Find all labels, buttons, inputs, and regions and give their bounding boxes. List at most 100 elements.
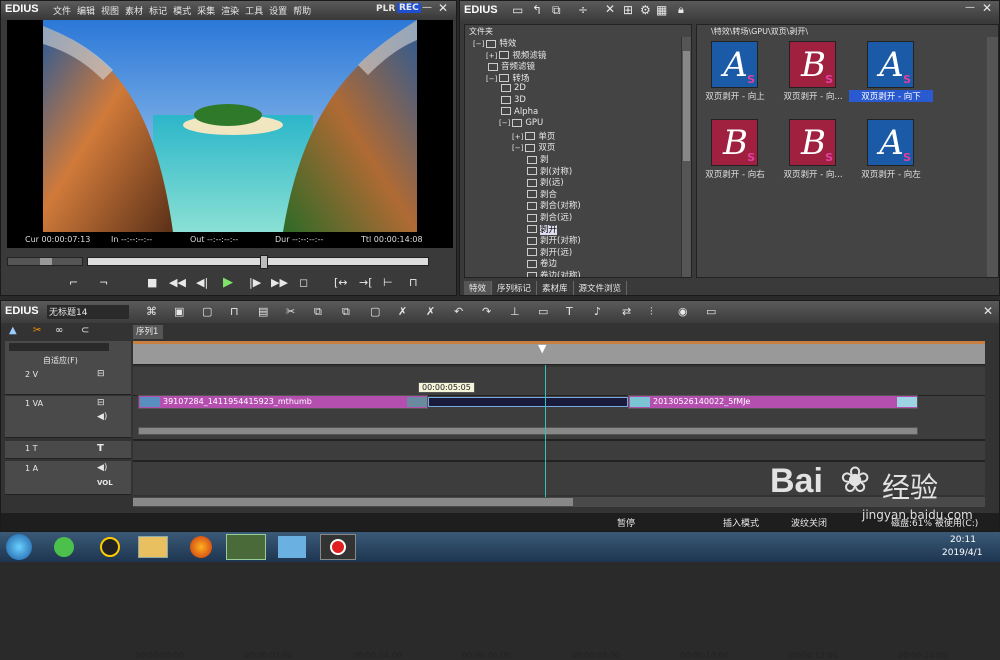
track-head-1a[interactable]: 1 A ◀) VOL [5, 461, 131, 495]
tab-effects[interactable]: 特效 [464, 281, 493, 295]
step-back-icon[interactable]: ◀| [196, 276, 208, 289]
effect-thumbnail-label[interactable]: 双页剥开 - 向右 [693, 168, 777, 180]
effect-thumbnail[interactable]: BS [711, 119, 758, 166]
tree-item[interactable]: [−] 双页 [512, 141, 555, 153]
link-icon[interactable]: ∞ [55, 325, 63, 336]
menu-capture[interactable]: 采集 [197, 7, 215, 17]
tree-item[interactable]: 剥合(远) [525, 211, 572, 223]
tree-expander[interactable]: [−] [499, 119, 510, 127]
tree-item[interactable]: 剥开 [525, 223, 558, 235]
menu-clip[interactable]: 素材 [125, 7, 143, 17]
timeline-tool-icon[interactable]: ▢ [370, 305, 380, 318]
delete-icon[interactable]: ✕ [605, 2, 615, 16]
effect-thumbnail-label[interactable]: 双页剥开 - 向... [771, 168, 855, 180]
effect-thumbnail-label[interactable]: 双页剥开 - 向上 [693, 90, 777, 102]
effect-thumbnail[interactable]: BS [789, 119, 836, 166]
tree-item[interactable]: [−] GPU [499, 118, 543, 130]
playhead-marker[interactable]: ▼ [538, 342, 546, 355]
timeline-tool-icon[interactable]: ↷ [482, 305, 491, 318]
content-scrollbar[interactable] [987, 37, 998, 277]
tree-expander[interactable]: [−] [486, 75, 497, 83]
cut-mode-icon[interactable]: ✂ [33, 325, 41, 336]
track-2v-icon[interactable]: ⊟ [97, 369, 105, 379]
tree-item[interactable]: 剥(远) [525, 176, 564, 188]
tree-item[interactable]: 剥合(对称) [525, 199, 581, 211]
mode-label[interactable]: 自适应(F) [43, 355, 78, 366]
export-icon[interactable]: ⊓ [409, 276, 418, 289]
menu-render[interactable]: 渲染 [221, 7, 239, 17]
menu-edit[interactable]: 编辑 [77, 7, 95, 17]
audio-icon[interactable]: ◀) [97, 463, 107, 473]
tree-item[interactable]: 3D [499, 95, 526, 107]
tree-expander[interactable]: [−] [512, 144, 523, 152]
timeline-tool-icon[interactable]: ▢ [202, 305, 212, 318]
fast-forward-icon[interactable]: ▶▶ [271, 276, 288, 289]
tree-expander[interactable]: [−] [473, 40, 484, 48]
timeline-ruler[interactable] [133, 341, 985, 365]
set-out-icon[interactable]: ¬ [99, 276, 108, 289]
track-1va-video-icon[interactable]: ⊟ [97, 398, 105, 408]
tree-expander[interactable]: [+] [512, 133, 523, 141]
menu-marker[interactable]: 标记 [149, 7, 167, 17]
effect-thumbnail-label[interactable]: 双页剥开 - 向下 [849, 90, 933, 102]
effect-thumbnail-label[interactable]: 双页剥开 - 向左 [849, 168, 933, 180]
clip-2[interactable]: 20130526140022_5fMJe [628, 395, 918, 409]
sequence-tab[interactable]: 序列1 [133, 325, 163, 339]
effect-thumbnail[interactable]: AS [867, 41, 914, 88]
timeline-tool-icon[interactable]: ✂ [286, 305, 295, 318]
timeline-tool-icon[interactable]: ▭ [706, 305, 716, 318]
app-icon[interactable] [278, 536, 306, 558]
loop-icon[interactable]: ◻ [299, 276, 308, 289]
timeline-tool-icon[interactable]: ▣ [174, 305, 184, 318]
speaker-icon[interactable]: ◀) [97, 412, 107, 422]
tree-item[interactable]: [+] 单页 [512, 130, 555, 142]
effect-thumbnail[interactable]: AS [711, 41, 758, 88]
effect-thumbnail-label[interactable]: 双页剥开 - 向... [771, 90, 855, 102]
timeline-tool-icon[interactable]: ⌘ [146, 305, 157, 318]
effects-minimize-button[interactable]: — [965, 2, 975, 13]
tree-scrollbar[interactable] [681, 37, 691, 277]
timeline-tool-icon[interactable]: ▭ [538, 305, 548, 318]
tab-sequence-markers[interactable]: 序列标记 [492, 281, 538, 295]
status-insert-mode[interactable]: 插入模式 [723, 516, 759, 529]
timeline-tool-icon[interactable]: ⊓ [230, 305, 239, 318]
transition-clip[interactable] [428, 397, 628, 407]
menu-settings[interactable]: 设置 [269, 7, 287, 17]
position-scrubber[interactable] [87, 255, 429, 269]
properties-icon[interactable]: ⊞ [623, 3, 633, 17]
effect-thumbnail[interactable]: BS [789, 41, 836, 88]
tree-item[interactable]: 2D [499, 83, 526, 95]
scrubber-handle[interactable] [260, 255, 268, 269]
trim-icon[interactable]: ⊢ [383, 276, 393, 289]
plr-button[interactable]: PLR [376, 4, 395, 14]
track-mode-icon[interactable]: ▲ [9, 325, 17, 336]
timeline-tool-icon[interactable]: ⫶ [650, 305, 653, 319]
tray-clock-date[interactable]: 2019/4/1 [942, 548, 982, 558]
rec-button[interactable]: REC [397, 3, 421, 13]
track-head-2v[interactable]: 2 V ⊟ [5, 367, 131, 395]
tab-bin[interactable]: 素材库 [537, 281, 574, 295]
timeline-tool-icon[interactable]: ◉ [678, 305, 688, 318]
tree-item[interactable]: 卷边(对称) [525, 269, 581, 277]
menu-file[interactable]: 文件 [53, 7, 71, 17]
track-head-1va[interactable]: 1 VA ⊟ ◀) [5, 396, 131, 438]
firefox-icon[interactable] [190, 536, 212, 558]
tree-item[interactable]: Alpha [499, 107, 538, 119]
stop-icon[interactable]: ■ [147, 276, 157, 289]
timeline-tool-icon[interactable]: ✗ [426, 305, 435, 318]
timeline-tool-icon[interactable]: ✗ [398, 305, 407, 318]
grid-view-icon[interactable]: ▦ [656, 3, 667, 17]
timeline-close-button[interactable]: ✕ [983, 304, 993, 318]
tree-item[interactable]: 剥 [525, 153, 549, 165]
clip-1[interactable]: 39107284_1411954415923_mthumb [138, 395, 428, 409]
tree-item[interactable]: 剥合 [525, 188, 557, 200]
timeline-tool-icon[interactable]: ♪ [594, 305, 601, 318]
timeline-tool-icon[interactable]: ▤ [258, 305, 268, 318]
tree-item[interactable]: 卷边 [525, 257, 557, 269]
timeline-tool-icon[interactable]: T [566, 305, 573, 318]
jog-slider[interactable] [7, 257, 83, 266]
view-icon[interactable]: ⧉ [552, 3, 561, 18]
tree-item[interactable]: [−] 特效 [473, 37, 516, 49]
settings-icon[interactable]: ⚙ [640, 3, 651, 17]
title-track-icon[interactable]: T [97, 443, 104, 454]
